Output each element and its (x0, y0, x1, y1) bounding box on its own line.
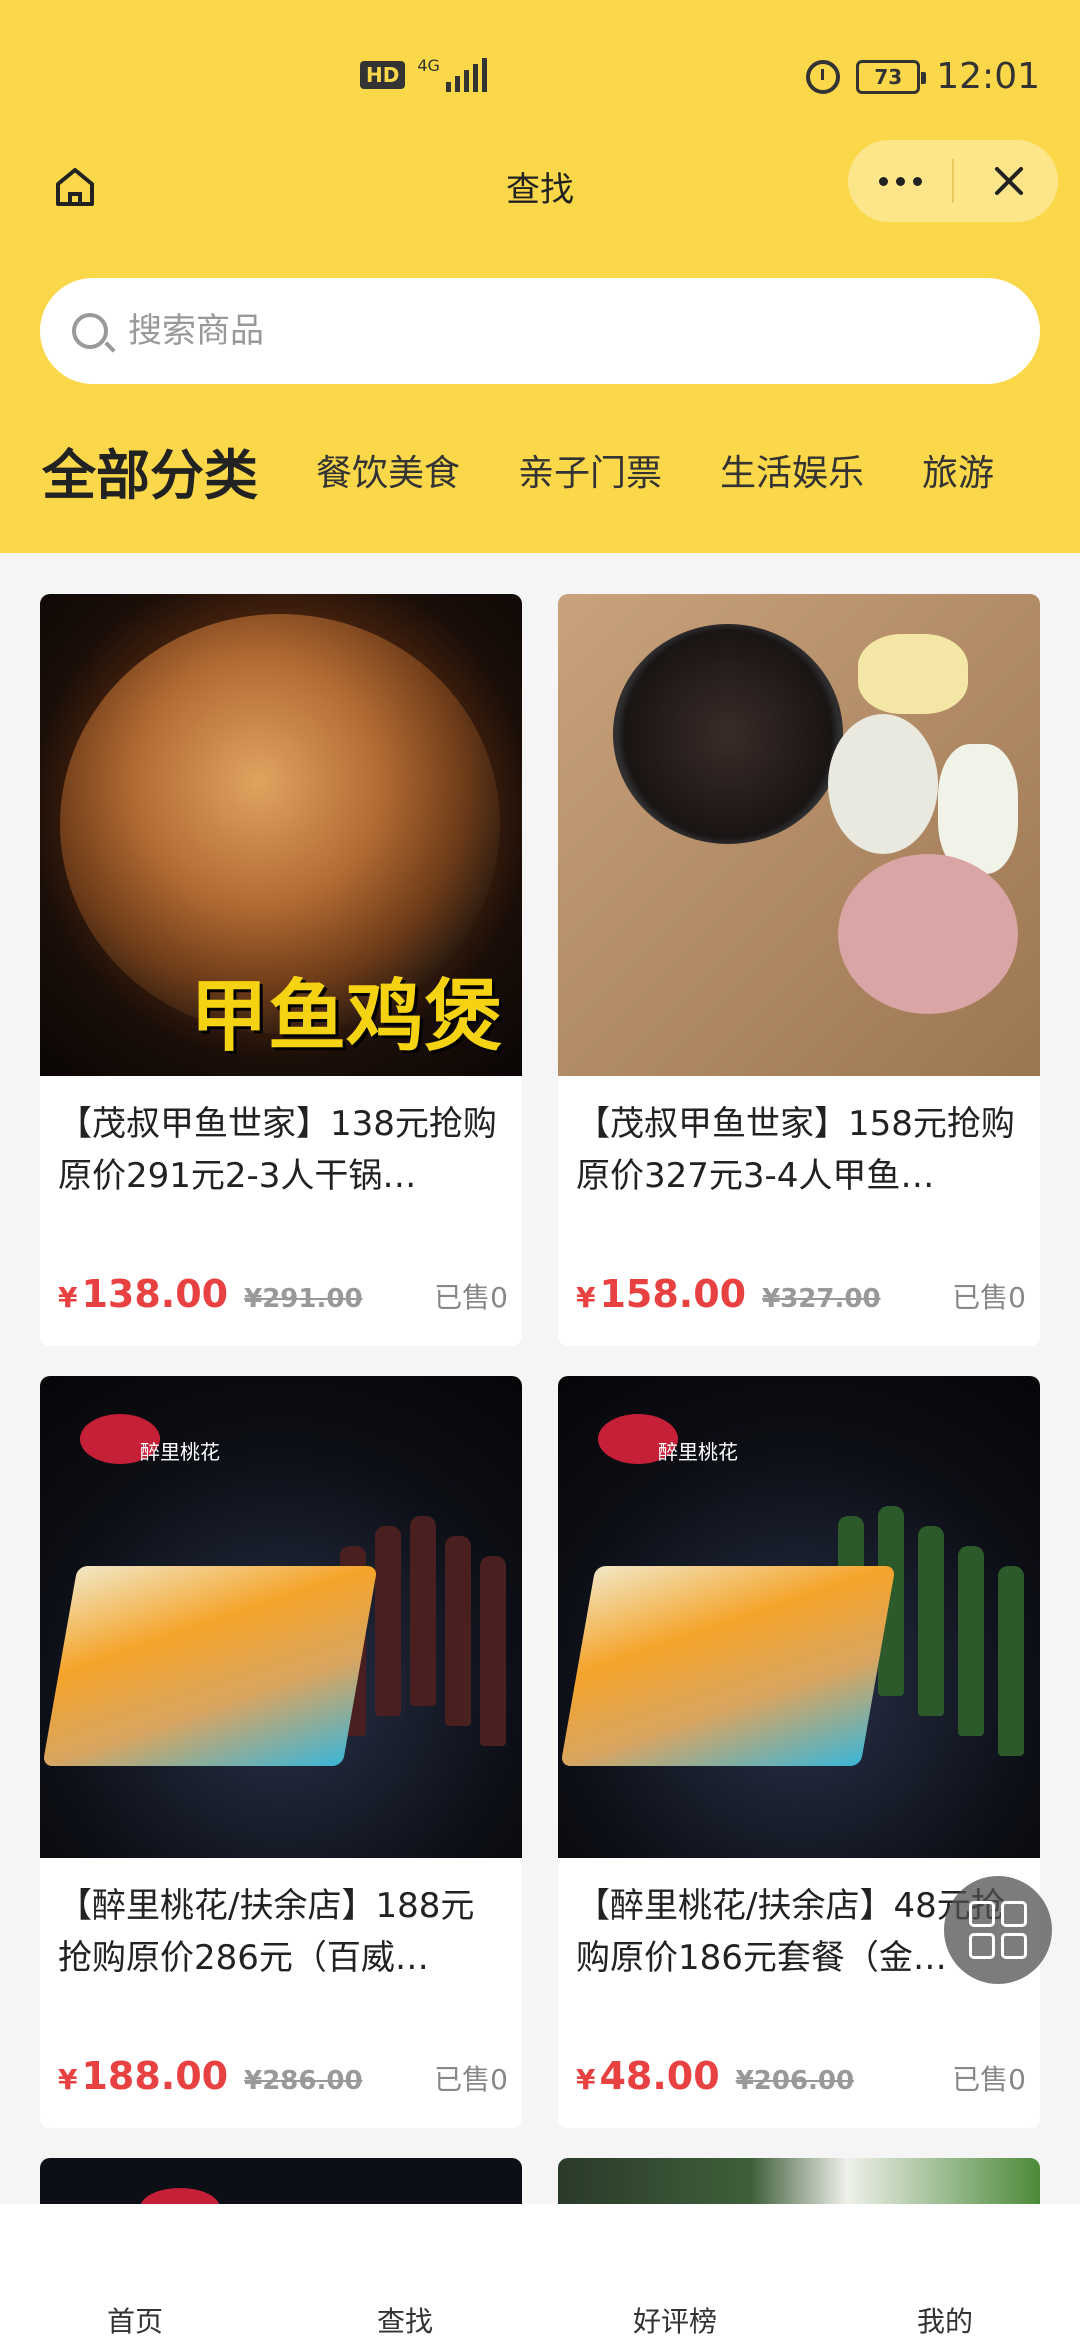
status-right: 73 12:01 (806, 56, 1040, 97)
bottom-nav: 首页 查找 好评榜 我的 (0, 2204, 1080, 2340)
product-card[interactable]: 醉里桃花 【醉里桃花/扶余店】188元抢购原价286元（百威… ¥188.00 … (40, 1376, 522, 2128)
sold-count: 已售0 (952, 2063, 1026, 2096)
alarm-icon (806, 59, 841, 94)
original-price: ¥291.00 (244, 1284, 363, 1314)
price-row: ¥138.00 ¥291.00 已售0 (58, 1272, 508, 1316)
tab-family-tickets[interactable]: 亲子门票 (518, 444, 662, 496)
shop-logo-text: 醉里桃花 (658, 1440, 738, 1464)
product-image (558, 594, 1040, 1076)
search-bar[interactable] (40, 278, 1040, 384)
product-price: ¥158.00 (576, 1272, 747, 1316)
original-price: ¥327.00 (762, 1284, 881, 1314)
tab-search[interactable]: 查找 (270, 2204, 540, 2340)
product-image: 醉里桃花 (40, 1376, 522, 1858)
product-image: 醉里桃花 (558, 1376, 1040, 1858)
network-type: 4G (417, 56, 440, 75)
clock: 12:01 (936, 56, 1040, 97)
nav-bar: 查找 (0, 140, 1080, 230)
price-row: ¥48.00 ¥206.00 已售0 (576, 2054, 1026, 2098)
grid-view-icon[interactable] (944, 1876, 1052, 1984)
sold-count: 已售0 (952, 1281, 1026, 1314)
original-price: ¥286.00 (244, 2066, 363, 2096)
tab-travel[interactable]: 旅游 (922, 444, 994, 496)
shop-logo-text: 醉里桃花 (140, 1440, 220, 1464)
tab-mine[interactable]: 我的 (810, 2204, 1080, 2340)
network-status: HD 4G (360, 58, 487, 92)
close-icon[interactable] (954, 140, 1058, 222)
more-icon[interactable] (848, 140, 952, 222)
product-card[interactable]: 醉里桃花 【醉里桃花/扶余店】48元抢购原价186元套餐（金… ¥48.00 ¥… (558, 1376, 1040, 2128)
product-price: ¥138.00 (58, 1272, 229, 1316)
mini-program-capsule (848, 140, 1058, 222)
status-bar: HD 4G 73 12:01 (0, 0, 1080, 150)
product-title: 【醉里桃花/扶余店】188元抢购原价286元（百威… (58, 1886, 475, 1978)
tab-home[interactable]: 首页 (0, 2204, 270, 2340)
search-input[interactable] (128, 311, 988, 351)
sold-count: 已售0 (434, 2063, 508, 2096)
tab-ranking[interactable]: 好评榜 (540, 2204, 810, 2340)
product-price: ¥188.00 (58, 2054, 229, 2098)
product-card[interactable]: 【茂叔甲鱼世家】158元抢购原价327元3-4人甲鱼… ¥158.00 ¥327… (558, 594, 1040, 1346)
header: HD 4G 73 12:01 查找 搜索商品 全部分类 餐饮美食 亲子门票 生活… (0, 0, 1080, 553)
tab-entertainment[interactable]: 生活娱乐 (720, 444, 864, 496)
product-price: ¥48.00 (576, 2054, 720, 2098)
product-image: 甲鱼鸡煲 (40, 594, 522, 1076)
tab-all-categories[interactable]: 全部分类 (42, 431, 258, 510)
price-row: ¥158.00 ¥327.00 已售0 (576, 1272, 1026, 1316)
tab-food[interactable]: 餐饮美食 (316, 444, 460, 496)
product-image-label: 甲鱼鸡煲 (190, 971, 503, 1062)
hd-badge: HD (360, 61, 406, 89)
category-tabs: 全部分类 餐饮美食 亲子门票 生活娱乐 旅游 (0, 430, 1080, 510)
battery-level: 73 (874, 64, 903, 89)
original-price: ¥206.00 (735, 2066, 855, 2096)
search-icon (72, 313, 108, 349)
sold-count: 已售0 (434, 1281, 508, 1314)
battery-icon: 73 (856, 59, 927, 94)
price-row: ¥188.00 ¥286.00 已售0 (58, 2054, 508, 2098)
signal-icon: 4G (417, 58, 487, 92)
product-title: 【茂叔甲鱼世家】138元抢购原价291元2-3人干锅… (58, 1104, 497, 1196)
product-card[interactable]: 甲鱼鸡煲 【茂叔甲鱼世家】138元抢购原价291元2-3人干锅… ¥138.00… (40, 594, 522, 1346)
product-title: 【茂叔甲鱼世家】158元抢购原价327元3-4人甲鱼… (576, 1104, 1015, 1196)
